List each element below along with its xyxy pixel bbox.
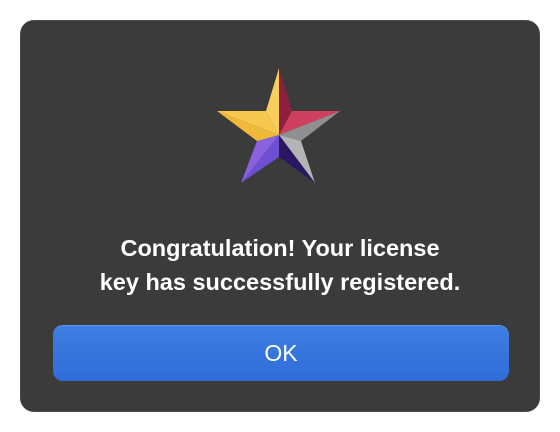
- star-icon: [217, 65, 345, 189]
- ok-button[interactable]: OK: [53, 325, 509, 381]
- message-line-1: Congratulation! Your license: [120, 235, 440, 261]
- license-registered-dialog: Congratulation! Your license key has suc…: [20, 20, 540, 412]
- success-message: Congratulation! Your license key has suc…: [41, 231, 519, 299]
- message-line-2: key has successfully registered.: [99, 269, 461, 295]
